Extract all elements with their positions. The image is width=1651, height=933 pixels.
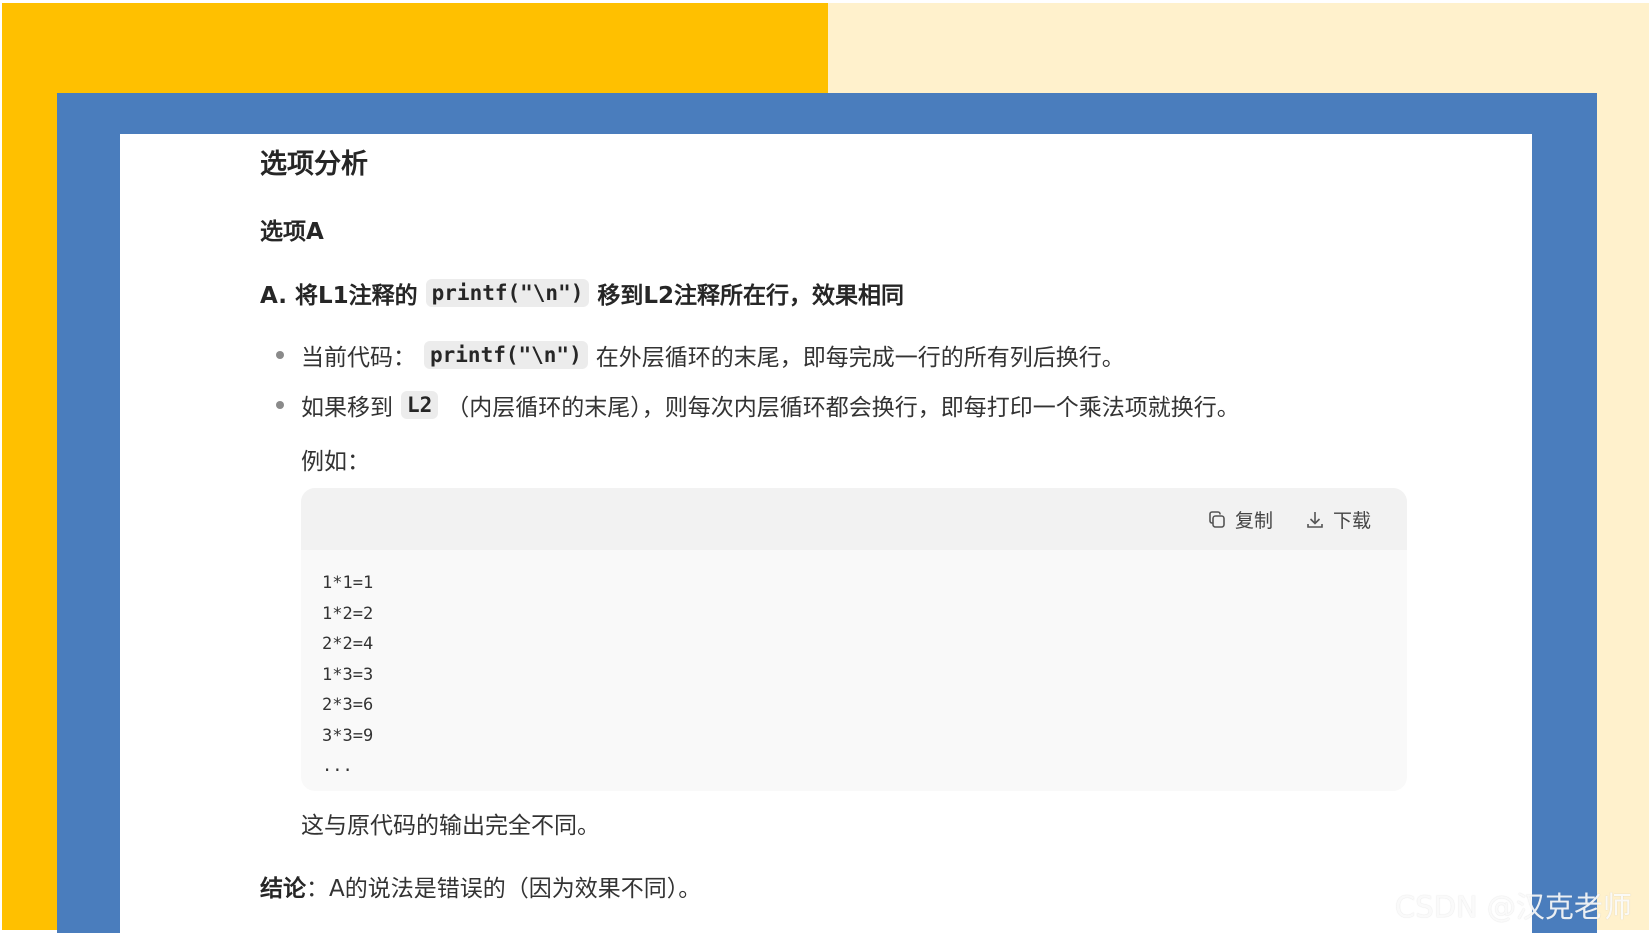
code-line: 2*3=6: [322, 695, 374, 715]
example-label: 例如：: [301, 449, 370, 475]
code-line: 3*3=9: [322, 725, 374, 746]
bullet-prefix: 如果移到: [301, 395, 393, 421]
code-line: 1*1=1: [322, 573, 374, 593]
bullet-dot-icon: [276, 401, 284, 409]
bullet-code: L2: [401, 391, 439, 419]
copy-label: 复制: [1235, 510, 1274, 532]
section-title: 选项分析: [260, 149, 368, 180]
code-block: 复制 下载 1*1=1 1*2=2 2*2=4 1*3=3 2*3=6 3*3=…: [301, 488, 1407, 791]
download-label: 下载: [1333, 510, 1372, 532]
code-line: ...: [322, 756, 353, 776]
copy-button[interactable]: 复制: [1207, 506, 1273, 533]
download-button[interactable]: 下载: [1305, 506, 1371, 533]
bullet-suffix: 在外层循环的末尾，即每完成一行的所有列后换行。: [595, 345, 1125, 371]
option-statement: A. 将L1注释的 printf("\n") 移到L2注释所在行，效果相同: [260, 276, 904, 310]
code-output: 1*1=1 1*2=2 2*2=4 1*3=3 2*3=6 3*3=9 ...: [322, 568, 373, 782]
bullet-suffix: （内层循环的末尾），则每次内层循环都会换行，即每打印一个乘法项就换行。: [446, 395, 1240, 421]
option-title: 选项A: [260, 219, 324, 245]
bullet-code: printf("\n"): [424, 341, 588, 369]
code-line: 1*3=3: [322, 664, 374, 685]
bullet-item: 如果移到 L2 （内层循环的末尾），则每次内层循环都会换行，即每打印一个乘法项就…: [276, 388, 1240, 422]
after-code-text: 这与原代码的输出完全不同。: [301, 813, 600, 839]
conclusion-text: ：A的说法是错误的（因为效果不同）。: [306, 876, 702, 902]
conclusion-label: 结论: [260, 876, 306, 902]
code-line: 2*2=4: [322, 634, 374, 654]
download-icon: [1307, 511, 1323, 528]
watermark: CSDN @汉克老师: [1395, 890, 1632, 924]
statement-suffix: 移到L2注释所在行，效果相同: [597, 283, 905, 309]
conclusion: 结论：A的说法是错误的（因为效果不同）。: [260, 869, 701, 903]
bullet-item: 当前代码： printf("\n") 在外层循环的末尾，即每完成一行的所有列后换…: [276, 338, 1125, 372]
bullet-prefix: 当前代码：: [301, 345, 416, 371]
code-line: 1*2=2: [322, 603, 374, 624]
statement-code: printf("\n"): [425, 279, 590, 307]
statement-prefix: A. 将L1注释的: [260, 283, 418, 309]
code-block-header: 复制 下载: [301, 488, 1407, 550]
bullet-dot-icon: [276, 351, 284, 359]
copy-icon: [1209, 510, 1225, 528]
content-panel: 选项分析 选项A A. 将L1注释的 printf("\n") 移到L2注释所在…: [120, 134, 1532, 933]
